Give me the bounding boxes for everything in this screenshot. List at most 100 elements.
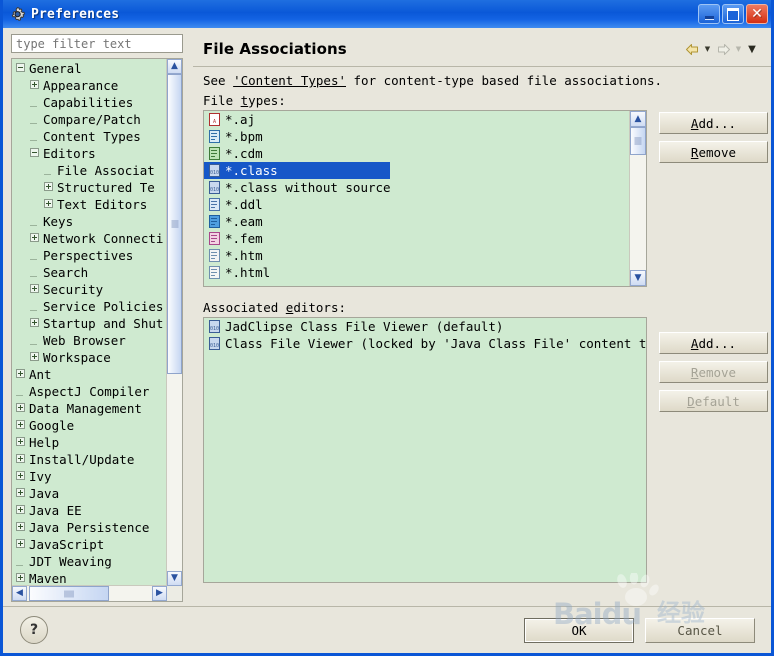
preferences-tree[interactable]: General Appearance Capabilities Compare/Pat… [11, 58, 183, 602]
tree-item-service-policies[interactable]: Service Policies [12, 297, 167, 314]
file-types-scroll-down-arrow[interactable]: ▼ [630, 270, 646, 286]
tree-item-file-associat[interactable]: File Associat [12, 161, 167, 178]
tree-item-compare-patch[interactable]: Compare/Patch [12, 110, 167, 127]
file-type-row[interactable]: *.htm [204, 247, 630, 264]
gear-icon [9, 6, 26, 23]
tree-item-java-ee[interactable]: Java EE [12, 501, 167, 518]
html-file-icon [208, 249, 221, 262]
tree-collapse-icon[interactable] [16, 63, 25, 72]
tree-item-structured-te[interactable]: Structured Te [12, 178, 167, 195]
tree-scroll-down-arrow[interactable]: ▼ [167, 571, 182, 586]
tree-item-keys[interactable]: Keys [12, 212, 167, 229]
associated-editors-list[interactable]: 010 JadClipse Class File Viewer (default)… [203, 317, 647, 583]
tree-expand-icon[interactable] [30, 318, 39, 327]
tree-expand-icon[interactable] [16, 573, 25, 582]
editors-add-button[interactable]: Add... [659, 332, 768, 354]
tree-collapse-icon[interactable] [30, 148, 39, 157]
tree-expand-icon[interactable] [44, 199, 53, 208]
tree-item-editors[interactable]: Editors [12, 144, 167, 161]
tree-item-startup-and-shut[interactable]: Startup and Shut [12, 314, 167, 331]
file-type-row[interactable]: *.ddl [204, 196, 630, 213]
tree-item-data-management[interactable]: Data Management [12, 399, 167, 416]
tree-expand-icon[interactable] [16, 454, 25, 463]
tree-expand-icon[interactable] [30, 284, 39, 293]
tree-item-aspectj-compiler[interactable]: AspectJ Compiler [12, 382, 167, 399]
tree-item-capabilities[interactable]: Capabilities [12, 93, 167, 110]
tree-scroll-up-arrow[interactable]: ▲ [167, 59, 182, 74]
tree-expand-icon[interactable] [30, 233, 39, 242]
file-types-remove-button[interactable]: Remove [659, 141, 768, 163]
tree-item-google[interactable]: Google [12, 416, 167, 433]
tree-scroll-corner [167, 586, 182, 601]
tree-horizontal-scroll-thumb[interactable] [29, 586, 109, 601]
tree-item-maven[interactable]: Maven [12, 569, 167, 586]
file-type-row[interactable]: A *.aj [204, 111, 630, 128]
file-types-scroll-up-arrow[interactable]: ▲ [630, 111, 646, 127]
tree-item-help[interactable]: Help [12, 433, 167, 450]
file-types-vertical-scrollbar[interactable]: ▲ ▼ [629, 111, 646, 286]
tree-vertical-scroll-thumb[interactable] [167, 74, 182, 374]
tree-item-general[interactable]: General [12, 59, 167, 76]
tree-item-javascript[interactable]: JavaScript [12, 535, 167, 552]
close-button[interactable]: ✕ [746, 4, 768, 24]
tree-expand-icon[interactable] [16, 471, 25, 480]
page-menu-chevron-down-icon[interactable]: ▼ [745, 43, 759, 55]
file-type-row[interactable]: 010 *.class without source [204, 179, 630, 196]
minimize-button[interactable] [698, 4, 720, 24]
tree-item-content-types[interactable]: Content Types [12, 127, 167, 144]
file-type-row[interactable]: 010 *.class [204, 162, 390, 179]
tree-vertical-scrollbar[interactable]: ▲ ▼ [166, 59, 182, 586]
svg-text:010: 010 [210, 170, 219, 176]
tree-expand-icon[interactable] [16, 522, 25, 531]
tree-expand-icon[interactable] [44, 182, 53, 191]
tree-expand-icon[interactable] [16, 539, 25, 548]
tree-expand-icon[interactable] [16, 437, 25, 446]
tree-scroll-left-arrow[interactable]: ◀ [12, 586, 27, 601]
tree-item-perspectives[interactable]: Perspectives [12, 246, 167, 263]
tree-expand-icon[interactable] [16, 403, 25, 412]
tree-item-text-editors[interactable]: Text Editors [12, 195, 167, 212]
associated-editors-label: Associated editors: [203, 300, 346, 315]
file-type-row[interactable]: *.bpm [204, 128, 630, 145]
associated-editor-row[interactable]: 010 JadClipse Class File Viewer (default) [204, 318, 646, 335]
back-history-chevron-down-icon[interactable]: ▼ [703, 43, 712, 55]
tree-item-network-connecti[interactable]: Network Connecti [12, 229, 167, 246]
tree-item-web-browser[interactable]: Web Browser [12, 331, 167, 348]
file-types-scroll-thumb[interactable] [630, 127, 646, 155]
file-type-row[interactable]: *.eam [204, 213, 630, 230]
tree-item-java-persistence[interactable]: Java Persistence [12, 518, 167, 535]
tree-expand-icon[interactable] [30, 352, 39, 361]
file-types-list[interactable]: A *.aj *.bpm *.cdm 010 *.class 010 *.class with… [203, 110, 647, 287]
content-types-link[interactable]: 'Content Types' [233, 73, 346, 88]
tree-item-label: Text Editors [57, 197, 148, 212]
cancel-button[interactable]: Cancel [645, 618, 755, 643]
tree-expand-icon[interactable] [16, 420, 25, 429]
back-arrow-icon[interactable] [683, 41, 701, 57]
file-type-label: *.eam [225, 214, 263, 229]
filter-input[interactable] [11, 34, 183, 53]
file-types-add-button[interactable]: Add... [659, 112, 768, 134]
tree-expand-icon[interactable] [16, 505, 25, 514]
tree-item-security[interactable]: Security [12, 280, 167, 297]
tree-item-search[interactable]: Search [12, 263, 167, 280]
help-button[interactable]: ? [20, 616, 48, 644]
tree-item-install-update[interactable]: Install/Update [12, 450, 167, 467]
tree-item-jdt-weaving[interactable]: JDT Weaving [12, 552, 167, 569]
maximize-button[interactable] [722, 4, 744, 24]
tree-scroll-right-arrow[interactable]: ▶ [152, 586, 167, 601]
ok-button[interactable]: OK [524, 618, 634, 643]
tree-item-workspace[interactable]: Workspace [12, 348, 167, 365]
tree-item-java[interactable]: Java [12, 484, 167, 501]
file-type-row[interactable]: *.cdm [204, 145, 630, 162]
tree-item-ant[interactable]: Ant [12, 365, 167, 382]
tree-expand-icon[interactable] [30, 80, 39, 89]
tree-expand-icon[interactable] [16, 488, 25, 497]
tree-item-label: Google [29, 418, 75, 433]
associated-editor-row[interactable]: 010 Class File Viewer (locked by 'Java Cl… [204, 335, 646, 352]
tree-item-appearance[interactable]: Appearance [12, 76, 167, 93]
file-type-row[interactable]: *.html [204, 264, 630, 281]
file-type-row[interactable]: *.fem [204, 230, 630, 247]
tree-expand-icon[interactable] [16, 369, 25, 378]
tree-item-ivy[interactable]: Ivy [12, 467, 167, 484]
tree-horizontal-scrollbar[interactable]: ◀ ▶ [12, 585, 167, 601]
